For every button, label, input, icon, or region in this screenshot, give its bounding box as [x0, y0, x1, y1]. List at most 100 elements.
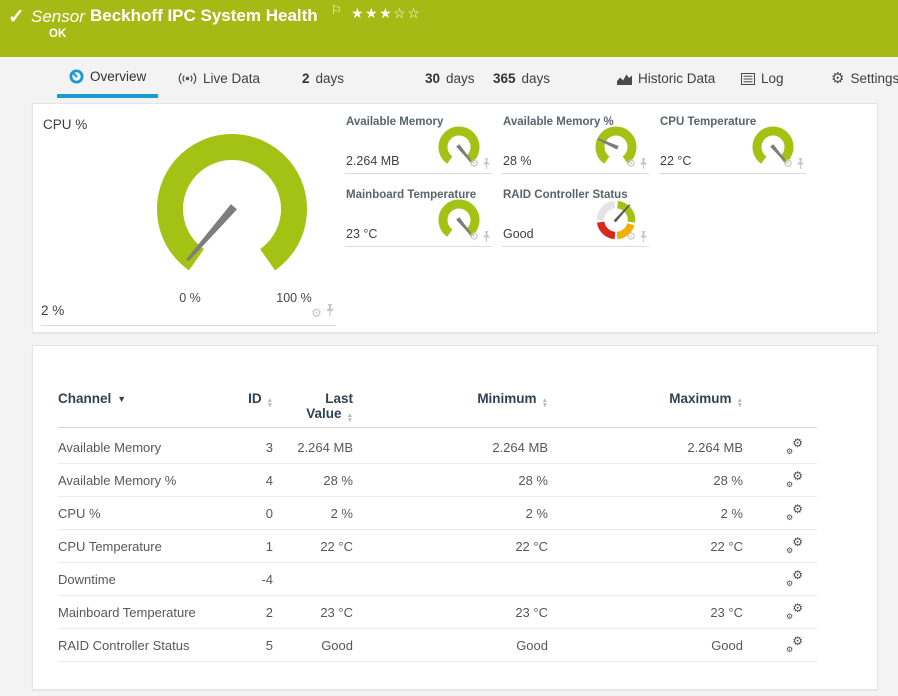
gear-icon[interactable]: ⚙ [626, 157, 636, 170]
col-header-channel[interactable]: Channel▼ [58, 391, 243, 424]
main-gauge-value: 2 % [41, 303, 64, 318]
mini-gauge-value: 22 °C [660, 154, 691, 168]
channel-settings-icon[interactable]: ⚙⚙ [786, 439, 803, 453]
table-body: Available Memory 3 2.264 MB 2.264 MB 2.2… [58, 431, 817, 662]
col-header-minimum[interactable]: Minimum▲▼ [353, 391, 548, 424]
channel-name[interactable]: Mainboard Temperature [58, 605, 243, 620]
tab-historic-data[interactable]: Historic Data [609, 59, 723, 98]
mini-gauge-cpu-temperature: CPU Temperature 22 °C ⚙ [659, 113, 806, 174]
channel-maximum: 23 °C [548, 605, 743, 620]
table-row: CPU % 0 2 % 2 % 2 % ⚙⚙ [58, 497, 817, 530]
mini-gauge-available-memory: Available Memory 2.264 MB ⚙ [345, 113, 492, 174]
priority-stars[interactable]: ★★★☆☆ [351, 5, 421, 22]
channels-panel: Channel▼ ID▲▼ LastValue▲▼ Minimum▲▼ Maxi… [32, 345, 878, 690]
channel-id: 2 [243, 605, 273, 620]
channel-maximum: 28 % [548, 473, 743, 488]
divider [58, 427, 817, 428]
gauges-panel: CPU % 0 % 100 % 2 % ⚙ Available Memory 2… [32, 103, 878, 333]
gear-icon[interactable]: ⚙ [626, 230, 636, 243]
tab-settings[interactable]: ⚙Settings [823, 59, 898, 98]
live-data-icon [178, 72, 197, 85]
channel-minimum: 2 % [353, 506, 548, 521]
pin-icon[interactable] [796, 158, 805, 170]
channel-name[interactable]: Available Memory % [58, 473, 243, 488]
channel-name[interactable]: Available Memory [58, 440, 243, 455]
channel-minimum: Good [353, 638, 548, 653]
tab-days[interactable]: 2days [294, 59, 352, 98]
channel-last-value: 23 °C [273, 605, 353, 620]
status-check-icon: ✓ [8, 4, 25, 29]
col-header-maximum[interactable]: Maximum▲▼ [548, 391, 743, 424]
col-header-last-value[interactable]: LastValue▲▼ [273, 391, 353, 424]
channel-minimum: 28 % [353, 473, 548, 488]
gauge-scale-max: 100 % [264, 291, 324, 305]
channel-minimum: 2.264 MB [353, 440, 548, 455]
gear-icon: ⚙ [831, 71, 844, 86]
channel-settings-icon[interactable]: ⚙⚙ [786, 571, 803, 585]
tab-days[interactable]: 30days [417, 59, 483, 98]
channel-last-value: Good [273, 638, 353, 653]
channel-name[interactable]: CPU % [58, 506, 243, 521]
channel-last-value: 28 % [273, 473, 353, 488]
pin-icon[interactable] [639, 231, 648, 243]
channel-maximum: Good [548, 638, 743, 653]
panel-icons: ⚙ [311, 304, 335, 322]
gear-icon[interactable]: ⚙ [783, 157, 793, 170]
channel-id: 3 [243, 440, 273, 455]
channel-minimum: 22 °C [353, 539, 548, 554]
sort-desc-icon: ▼ [117, 394, 126, 404]
channel-settings-icon[interactable]: ⚙⚙ [786, 604, 803, 618]
table-row: Available Memory 3 2.264 MB 2.264 MB 2.2… [58, 431, 817, 464]
channel-settings-icon[interactable]: ⚙⚙ [786, 637, 803, 651]
sensor-status-text: OK [49, 28, 66, 40]
mini-gauge-value: Good [503, 227, 534, 241]
channel-maximum: 2 % [548, 506, 743, 521]
mini-gauge-value: 2.264 MB [346, 154, 400, 168]
sensor-title: Beckhoff IPC System Health [90, 6, 318, 26]
mini-gauge-value: 28 % [503, 154, 532, 168]
mini-gauge-value: 23 °C [346, 227, 377, 241]
pin-icon[interactable] [325, 304, 335, 317]
channel-settings-icon[interactable]: ⚙⚙ [786, 538, 803, 552]
col-header-id[interactable]: ID▲▼ [243, 391, 273, 424]
tab-log[interactable]: Log [733, 59, 792, 98]
gear-icon[interactable]: ⚙ [311, 306, 322, 320]
channel-id: -4 [243, 572, 273, 587]
table-header-row: Channel▼ ID▲▼ LastValue▲▼ Minimum▲▼ Maxi… [58, 391, 817, 424]
mini-gauge-raid-controller-status: RAID Controller Status Good ⚙ [502, 186, 649, 247]
sensor-header: ✓ Sensor Beckhoff IPC System Health ⚐ ★★… [0, 0, 898, 57]
gauge-icon [69, 69, 84, 84]
flag-icon[interactable]: ⚐ [331, 3, 342, 17]
channel-id: 1 [243, 539, 273, 554]
channel-last-value: 2 % [273, 506, 353, 521]
cpu-gauge[interactable] [132, 109, 332, 309]
channel-settings-icon[interactable]: ⚙⚙ [786, 505, 803, 519]
table-row: CPU Temperature 1 22 °C 22 °C 22 °C ⚙⚙ [58, 530, 817, 563]
mini-gauge-available-memory: Available Memory % 28 % ⚙ [502, 113, 649, 174]
channel-last-value: 2.264 MB [273, 440, 353, 455]
tab-overview[interactable]: Overview [57, 59, 158, 98]
channel-name[interactable]: Downtime [58, 572, 243, 587]
channel-settings-icon[interactable]: ⚙⚙ [786, 472, 803, 486]
channel-maximum: 2.264 MB [548, 440, 743, 455]
mini-gauge-label: CPU Temperature [660, 116, 756, 128]
gear-icon[interactable]: ⚙ [469, 157, 479, 170]
pin-icon[interactable] [482, 158, 491, 170]
tab-days[interactable]: 365days [485, 59, 558, 98]
channel-name[interactable]: CPU Temperature [58, 539, 243, 554]
table-row: RAID Controller Status 5 Good Good Good … [58, 629, 817, 662]
sensor-kind-label: Sensor [31, 7, 85, 27]
table-row: Downtime -4 ⚙⚙ [58, 563, 817, 596]
pin-icon[interactable] [639, 158, 648, 170]
pin-icon[interactable] [482, 231, 491, 243]
sensor-overview-page: ✓ Sensor Beckhoff IPC System Health ⚐ ★★… [0, 0, 898, 696]
mini-gauge-mainboard-temperature: Mainboard Temperature 23 °C ⚙ [345, 186, 492, 247]
mini-gauge-label: Available Memory [346, 116, 443, 128]
tab-live-data[interactable]: Live Data [170, 59, 268, 98]
channel-maximum: 22 °C [548, 539, 743, 554]
channel-last-value: 22 °C [273, 539, 353, 554]
gear-icon[interactable]: ⚙ [469, 230, 479, 243]
main-gauge-label: CPU % [43, 117, 87, 132]
channel-name[interactable]: RAID Controller Status [58, 638, 243, 653]
bar-chart-icon [617, 73, 632, 85]
